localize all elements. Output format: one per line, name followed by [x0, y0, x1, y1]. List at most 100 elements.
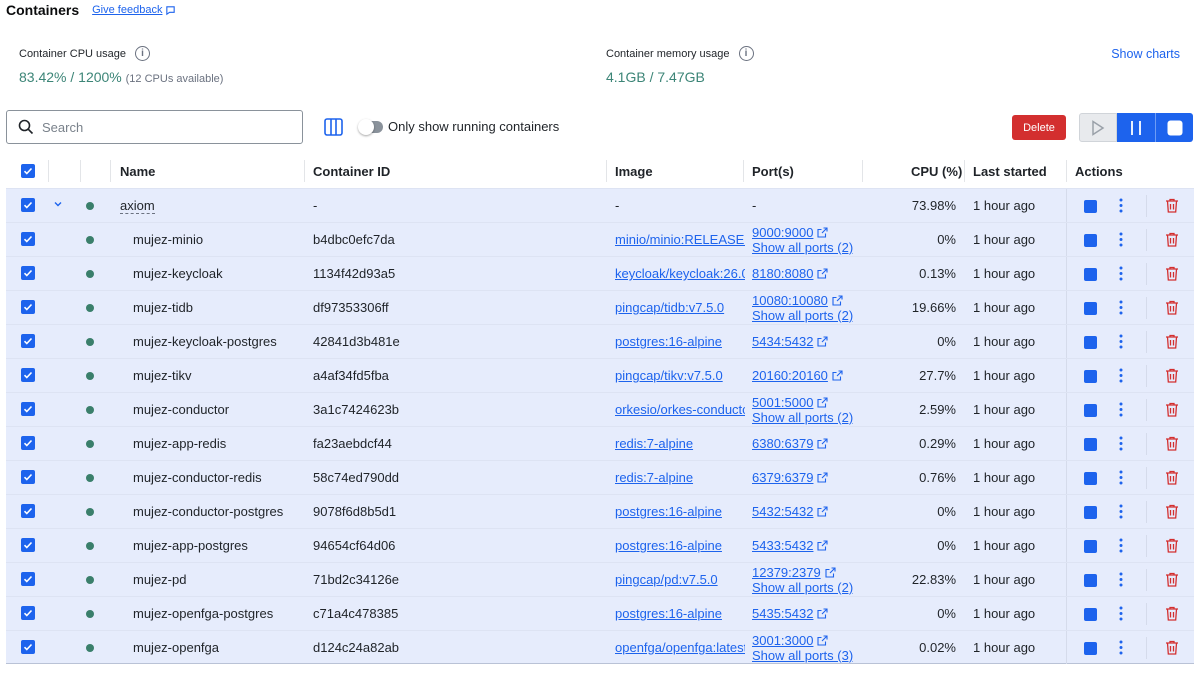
external-link-icon[interactable] [817, 226, 829, 238]
more-options-icon[interactable] [1119, 368, 1123, 383]
show-all-ports-link[interactable]: Show all ports (2) [752, 240, 853, 255]
more-options-icon[interactable] [1119, 538, 1123, 553]
image-link[interactable]: pingcap/pd:v7.5.0 [615, 572, 718, 587]
stop-icon[interactable] [1084, 540, 1097, 553]
more-options-icon[interactable] [1119, 640, 1123, 655]
stop-icon[interactable] [1084, 336, 1097, 349]
running-only-toggle[interactable] [358, 119, 383, 135]
col-image[interactable]: Image [615, 164, 653, 179]
port-link[interactable]: 9000:9000 [752, 225, 813, 240]
image-link[interactable]: postgres:16-alpine [615, 606, 722, 621]
group-name[interactable]: axiom [120, 198, 155, 214]
more-options-icon[interactable] [1119, 572, 1123, 587]
info-icon[interactable]: i [135, 46, 151, 61]
row-checkbox[interactable] [21, 198, 35, 212]
row-checkbox[interactable] [21, 368, 35, 382]
container-name[interactable]: mujez-tidb [133, 291, 193, 324]
container-name[interactable]: mujez-pd [133, 563, 186, 596]
more-options-icon[interactable] [1119, 334, 1123, 349]
image-link[interactable]: orkesio/orkes-conductc [615, 402, 745, 417]
stop-icon[interactable] [1084, 438, 1097, 451]
container-name[interactable]: mujez-conductor-postgres [133, 495, 283, 528]
stop-icon[interactable] [1084, 642, 1097, 655]
container-name[interactable]: mujez-tikv [133, 359, 192, 392]
delete-button[interactable]: Delete [1012, 115, 1066, 140]
col-container-id[interactable]: Container ID [313, 164, 390, 179]
stop-icon[interactable] [1084, 404, 1097, 417]
image-link[interactable]: postgres:16-alpine [615, 504, 722, 519]
port-link[interactable]: 20160:20160 [752, 368, 828, 383]
search-input[interactable] [42, 119, 282, 135]
image-link[interactable]: pingcap/tidb:v7.5.0 [615, 300, 724, 315]
row-checkbox[interactable] [21, 402, 35, 416]
stop-icon[interactable] [1084, 268, 1097, 281]
show-all-ports-link[interactable]: Show all ports (2) [752, 308, 853, 323]
select-all-checkbox[interactable] [21, 164, 35, 178]
stop-icon[interactable] [1084, 506, 1097, 519]
more-options-icon[interactable] [1119, 436, 1123, 451]
col-cpu[interactable]: CPU (%) [911, 164, 962, 179]
trash-icon[interactable] [1165, 504, 1179, 519]
columns-icon[interactable] [324, 118, 343, 136]
row-checkbox[interactable] [21, 572, 35, 586]
trash-icon[interactable] [1165, 606, 1179, 621]
show-all-ports-link[interactable]: Show all ports (3) [752, 648, 853, 663]
more-options-icon[interactable] [1119, 606, 1123, 621]
image-link[interactable]: openfga/openfga:latest [615, 640, 745, 655]
image-link[interactable]: postgres:16-alpine [615, 538, 722, 553]
stop-icon[interactable] [1084, 200, 1097, 213]
more-options-icon[interactable] [1119, 266, 1123, 281]
port-link[interactable]: 5433:5432 [752, 538, 813, 553]
trash-icon[interactable] [1165, 232, 1179, 247]
row-checkbox[interactable] [21, 504, 35, 518]
table-row[interactable]: mujez-conductor-postgres 9078f6d8b5d1 po… [6, 494, 1194, 528]
stop-button[interactable] [1155, 113, 1193, 142]
stop-icon[interactable] [1084, 472, 1097, 485]
external-link-icon[interactable] [817, 438, 829, 449]
trash-icon[interactable] [1165, 436, 1179, 451]
image-link[interactable]: keycloak/keycloak:26.0 [615, 266, 745, 281]
table-row[interactable]: mujez-tikv a4af34fd5fba pingcap/tikv:v7.… [6, 358, 1194, 392]
col-ports[interactable]: Port(s) [752, 164, 794, 179]
row-checkbox[interactable] [21, 266, 35, 280]
table-row[interactable]: mujez-pd 71bd2c34126e pingcap/pd:v7.5.0 … [6, 562, 1194, 596]
port-link[interactable]: 8180:8080 [752, 266, 813, 281]
trash-icon[interactable] [1165, 538, 1179, 553]
row-checkbox[interactable] [21, 300, 35, 314]
trash-icon[interactable] [1165, 402, 1179, 417]
port-link[interactable]: 5001:5000 [752, 395, 813, 410]
chevron-down-icon[interactable] [53, 199, 63, 209]
port-link[interactable]: 3001:3000 [752, 633, 813, 648]
more-options-icon[interactable] [1119, 198, 1123, 213]
stop-icon[interactable] [1084, 574, 1097, 587]
port-link[interactable]: 5435:5432 [752, 606, 813, 621]
trash-icon[interactable] [1165, 334, 1179, 349]
external-link-icon[interactable] [817, 396, 829, 408]
row-checkbox[interactable] [21, 606, 35, 620]
table-row-group[interactable]: axiom - - - 73.98% 1 hour ago [6, 188, 1194, 222]
external-link-icon[interactable] [817, 472, 829, 483]
stop-icon[interactable] [1084, 302, 1097, 315]
container-name[interactable]: mujez-conductor [133, 393, 229, 426]
external-link-icon[interactable] [817, 506, 829, 517]
image-link[interactable]: redis:7-alpine [615, 470, 693, 485]
table-row[interactable]: mujez-app-postgres 94654cf64d06 postgres… [6, 528, 1194, 562]
trash-icon[interactable] [1165, 300, 1179, 315]
image-link[interactable]: minio/minio:RELEASE.2 [615, 232, 745, 247]
external-link-icon[interactable] [817, 268, 829, 279]
external-link-icon[interactable] [832, 294, 843, 306]
row-checkbox[interactable] [21, 334, 35, 348]
container-name[interactable]: mujez-app-redis [133, 427, 226, 460]
table-row[interactable]: mujez-openfga d124c24a82ab openfga/openf… [6, 630, 1194, 664]
container-name[interactable]: mujez-app-postgres [133, 529, 248, 562]
external-link-icon[interactable] [832, 370, 843, 381]
table-row[interactable]: mujez-conductor 3a1c7424623b orkesio/ork… [6, 392, 1194, 426]
table-row[interactable]: mujez-openfga-postgres c71a4c478385 post… [6, 596, 1194, 630]
external-link-icon[interactable] [817, 336, 829, 347]
table-row[interactable]: mujez-minio b4dbc0efc7da minio/minio:REL… [6, 222, 1194, 256]
info-icon[interactable]: i [738, 46, 754, 61]
container-name[interactable]: mujez-keycloak-postgres [133, 325, 277, 358]
container-name[interactable]: mujez-minio [133, 223, 203, 256]
row-checkbox[interactable] [21, 640, 35, 654]
give-feedback-link[interactable]: Give feedback [92, 4, 176, 16]
